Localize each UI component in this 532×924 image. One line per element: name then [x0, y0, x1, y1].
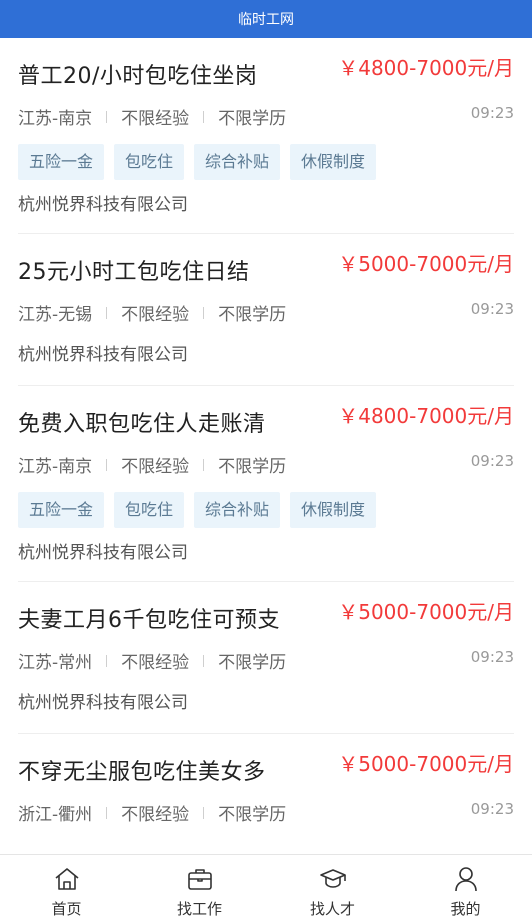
- job-card[interactable]: 普工20/小时包吃住坐岗 ￥4800-7000元/月 江苏-南京 不限经验 不限…: [18, 38, 514, 234]
- meta-divider: [106, 806, 108, 819]
- job-education: 不限学历: [218, 109, 287, 129]
- job-list[interactable]: 普工20/小时包吃住坐岗 ￥4800-7000元/月 江苏-南京 不限经验 不限…: [0, 38, 532, 854]
- tab-find-talent[interactable]: 找人才: [266, 860, 399, 919]
- job-tags: 五险一金 包吃住 综合补贴 休假制度: [18, 144, 377, 180]
- job-card[interactable]: 夫妻工月6千包吃住可预支 ￥5000-7000元/月 江苏-常州 不限经验 不限…: [18, 582, 514, 734]
- job-tag: 包吃住: [114, 492, 185, 528]
- job-tag: 综合补贴: [194, 144, 281, 180]
- job-tag: 五险一金: [18, 144, 105, 180]
- tab-label: 找人才: [309, 900, 355, 918]
- job-title[interactable]: 25元小时工包吃住日结: [18, 254, 250, 286]
- meta-divider: [106, 110, 108, 123]
- tab-home[interactable]: 首页: [0, 860, 133, 919]
- graduation-cap-icon: [319, 869, 346, 888]
- meta-divider: [203, 806, 205, 819]
- job-location: 江苏-南京: [18, 457, 93, 477]
- tab-mine[interactable]: 我的: [399, 860, 532, 919]
- job-title[interactable]: 免费入职包吃住人走账清: [18, 406, 266, 438]
- tab-find-job[interactable]: 找工作: [133, 860, 266, 919]
- job-location: 江苏-无锡: [18, 305, 93, 325]
- job-company: 杭州悦界科技有限公司: [18, 543, 188, 563]
- job-salary: ￥4800-7000元/月: [338, 56, 514, 80]
- job-salary: ￥5000-7000元/月: [338, 600, 514, 624]
- meta-divider: [106, 306, 108, 319]
- meta-divider: [203, 654, 205, 667]
- job-meta: 江苏-常州 不限经验 不限学历: [18, 648, 286, 673]
- job-education: 不限学历: [218, 653, 287, 673]
- job-experience: 不限经验: [121, 305, 190, 325]
- job-experience: 不限经验: [121, 457, 190, 477]
- job-card[interactable]: 25元小时工包吃住日结 ￥5000-7000元/月 江苏-无锡 不限经验 不限学…: [18, 234, 514, 386]
- job-experience: 不限经验: [121, 805, 190, 825]
- job-tags: 五险一金 包吃住 综合补贴 休假制度: [18, 492, 377, 528]
- job-experience: 不限经验: [121, 653, 190, 673]
- bottom-tab-bar: 首页 找工作 找人才 我的: [0, 854, 532, 924]
- job-title[interactable]: 普工20/小时包吃住坐岗: [18, 58, 257, 90]
- tab-label: 找工作: [176, 900, 222, 918]
- job-experience: 不限经验: [121, 109, 190, 129]
- tab-label: 首页: [51, 900, 82, 918]
- job-time: 09:23: [470, 104, 514, 122]
- job-location: 江苏-常州: [18, 653, 93, 673]
- home-icon: [54, 868, 79, 890]
- job-company: 杭州悦界科技有限公司: [18, 195, 188, 215]
- job-education: 不限学历: [218, 805, 287, 825]
- job-time: 09:23: [470, 648, 514, 666]
- app-title: 临时工网: [238, 12, 294, 28]
- app-header: 临时工网: [0, 0, 532, 38]
- job-salary: ￥5000-7000元/月: [338, 752, 514, 776]
- job-card[interactable]: 免费入职包吃住人走账清 ￥4800-7000元/月 江苏-南京 不限经验 不限学…: [18, 386, 514, 582]
- meta-divider: [106, 654, 108, 667]
- job-tag: 休假制度: [290, 144, 377, 180]
- tab-label: 我的: [450, 900, 481, 918]
- meta-divider: [203, 458, 205, 471]
- job-title[interactable]: 不穿无尘服包吃住美女多: [18, 754, 266, 786]
- user-icon: [454, 867, 477, 892]
- job-meta: 浙江-衢州 不限经验 不限学历: [18, 800, 286, 825]
- job-meta: 江苏-南京 不限经验 不限学历: [18, 104, 286, 129]
- meta-divider: [203, 306, 205, 319]
- job-tag: 综合补贴: [194, 492, 281, 528]
- job-time: 09:23: [470, 452, 514, 470]
- job-salary: ￥4800-7000元/月: [338, 404, 514, 428]
- job-meta: 江苏-无锡 不限经验 不限学历: [18, 300, 286, 325]
- job-company: 杭州悦界科技有限公司: [18, 693, 188, 713]
- job-company: 杭州悦界科技有限公司: [18, 345, 188, 365]
- meta-divider: [203, 110, 205, 123]
- job-education: 不限学历: [218, 305, 287, 325]
- job-time: 09:23: [470, 800, 514, 818]
- job-tag: 休假制度: [290, 492, 377, 528]
- job-tag: 五险一金: [18, 492, 105, 528]
- job-salary: ￥5000-7000元/月: [338, 252, 514, 276]
- job-meta: 江苏-南京 不限经验 不限学历: [18, 452, 286, 477]
- meta-divider: [106, 458, 108, 471]
- job-card[interactable]: 不穿无尘服包吃住美女多 ￥5000-7000元/月 浙江-衢州 不限经验 不限学…: [18, 734, 514, 854]
- job-title[interactable]: 夫妻工月6千包吃住可预支: [18, 602, 280, 634]
- briefcase-icon: [187, 869, 212, 890]
- job-time: 09:23: [470, 300, 514, 318]
- job-location: 江苏-南京: [18, 109, 93, 129]
- job-location: 浙江-衢州: [18, 805, 93, 825]
- job-tag: 包吃住: [114, 144, 185, 180]
- job-education: 不限学历: [218, 457, 287, 477]
